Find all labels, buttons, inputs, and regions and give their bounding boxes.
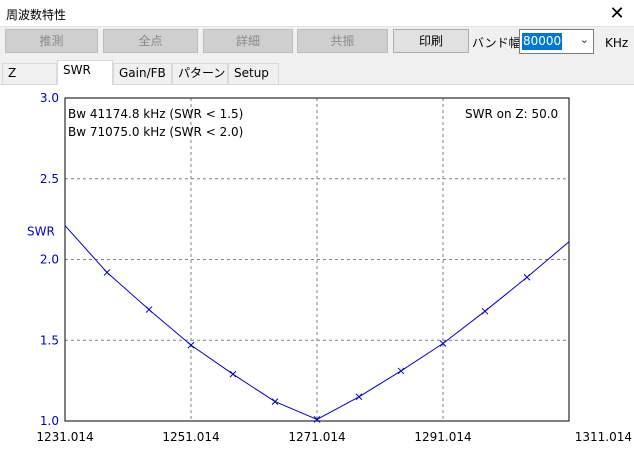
- bandwidth-value[interactable]: 80000: [522, 33, 563, 50]
- bw-swr-1-5: Bw 41174.8 kHz (SWR < 1.5): [68, 107, 244, 121]
- x-tick-label: 1271.014: [288, 430, 345, 444]
- x-tick-label: 1311.014: [575, 430, 632, 444]
- tab-z[interactable]: Z: [2, 63, 57, 84]
- all-points-button[interactable]: 全点: [103, 29, 198, 53]
- swr-panel: 3.0 2.5 2.0 1.5 1.0 1231.014 1251.014 1271.014 1…: [0, 84, 634, 454]
- swr-chart: 3.0 2.5 2.0 1.5 1.0 1231.014 1251.014 1271.014 1…: [27, 91, 632, 444]
- window-title: 周波数特性: [6, 8, 67, 22]
- toolbar: 推測 全点 詳細 共振 印刷 バンド幅 80000 ⌄ KHz: [0, 27, 634, 60]
- y-tick-label: 1.5: [40, 333, 59, 347]
- data-point-marker: [397, 367, 405, 375]
- data-point-marker: [523, 273, 531, 281]
- resonance-button[interactable]: 共振: [297, 29, 388, 53]
- title-bar: 周波数特性 ✕: [0, 0, 634, 27]
- data-point-marker: [103, 269, 111, 276]
- data-point-marker: [187, 341, 195, 349]
- data-point-marker: [229, 370, 237, 378]
- tab-swr[interactable]: SWR: [57, 60, 113, 85]
- tab-pattern[interactable]: パターン: [172, 63, 228, 84]
- print-button[interactable]: 印刷: [393, 29, 469, 53]
- data-point-marker: [145, 306, 153, 313]
- tab-strip: Z SWR Gain/FB パターン Setup: [0, 60, 634, 85]
- data-point-marker: [355, 393, 363, 401]
- y-tick-label: 3.0: [40, 91, 59, 105]
- bw-swr-2-0: Bw 71075.0 kHz (SWR < 2.0): [68, 125, 244, 139]
- details-button[interactable]: 詳細: [203, 29, 293, 53]
- x-tick-label: 1291.014: [414, 430, 471, 444]
- unit-label: KHz: [605, 36, 629, 50]
- close-icon[interactable]: ✕: [600, 0, 634, 27]
- data-point-marker: [271, 398, 279, 405]
- x-tick-label: 1251.014: [162, 430, 219, 444]
- bandwidth-select[interactable]: 80000 ⌄: [519, 29, 594, 54]
- bandwidth-label: バンド幅: [472, 36, 521, 50]
- y-tick-label: 2.0: [40, 253, 59, 267]
- data-point-marker: [481, 307, 489, 315]
- x-tick-label: 1231.014: [36, 430, 93, 444]
- swr-on-z: SWR on Z: 50.0: [465, 107, 559, 121]
- y-tick-label: 1.0: [40, 414, 59, 428]
- y-axis-label: SWR: [27, 224, 55, 238]
- tab-gain-fb[interactable]: Gain/FB: [113, 63, 172, 84]
- y-tick-label: 2.5: [40, 172, 59, 186]
- estimate-button[interactable]: 推測: [5, 29, 98, 53]
- chevron-down-icon[interactable]: ⌄: [580, 33, 589, 46]
- tab-setup[interactable]: Setup: [228, 63, 279, 84]
